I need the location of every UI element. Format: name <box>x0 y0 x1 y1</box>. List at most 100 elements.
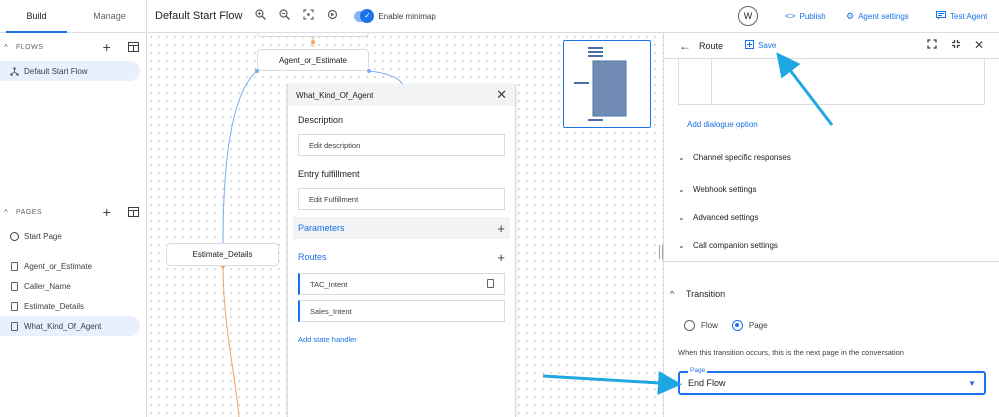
back-arrow-icon[interactable]: ← <box>679 39 691 53</box>
pages-heading: PAGES <box>16 208 43 216</box>
collapse-caret-icon[interactable]: ^ <box>4 43 16 52</box>
flows-empty-space <box>0 81 146 198</box>
code-icon: <> <box>785 11 796 21</box>
canvas-node-estimate-details[interactable]: Estimate_Details <box>166 243 279 266</box>
edit-description-button[interactable]: Edit description <box>298 134 505 156</box>
add-route-icon[interactable]: + <box>497 250 505 265</box>
chevron-down-icon: ⌄ <box>678 153 685 162</box>
top-toolbar: Default Start Flow Enable minimap W <> P… <box>147 0 999 33</box>
tab-build[interactable]: Build <box>0 0 73 33</box>
sidebar-item-caller-name[interactable]: Caller_Name <box>0 276 140 296</box>
dropdown-arrow-icon: ▼ <box>968 379 976 388</box>
transition-section-header[interactable]: ^ Transition <box>670 289 725 299</box>
flow-canvas[interactable]: Agent_or_Estimate Estimate_Details What_… <box>147 33 663 417</box>
start-page-icon <box>4 231 24 241</box>
sidebar-item-label: Estimate_Details <box>24 301 85 311</box>
chevron-down-icon: ⌄ <box>678 185 685 194</box>
entry-fulfillment-label: Entry fulfillment <box>298 169 360 179</box>
sidebar-item-label: Start Page <box>24 231 62 241</box>
sidebar-item-default-start-flow[interactable]: Default Start Flow <box>0 61 140 81</box>
add-parameter-icon[interactable]: + <box>497 221 505 236</box>
flow-title: Default Start Flow <box>155 10 243 22</box>
page-icon <box>4 301 24 311</box>
sidebar-item-start-page[interactable]: Start Page <box>0 226 140 246</box>
webhook-settings-toggle[interactable]: ⌄ Webhook settings <box>678 185 756 194</box>
agent-settings-button[interactable]: ⚙ Agent settings <box>846 11 909 22</box>
test-agent-button[interactable]: Test Agent <box>936 11 987 22</box>
save-button[interactable]: Save <box>745 40 776 51</box>
expand-icon[interactable] <box>927 39 937 52</box>
zoom-out-icon[interactable] <box>272 9 296 23</box>
add-flow-icon[interactable]: + <box>94 39 120 55</box>
add-dialogue-option-link[interactable]: Add dialogue option <box>687 120 758 129</box>
radio-page-label: Page <box>748 321 768 330</box>
page-select-value: End Flow <box>688 378 726 388</box>
chat-icon <box>936 11 946 22</box>
left-sidebar: Build Manage ^ FLOWS + Default Start Flo… <box>0 0 147 417</box>
transition-heading: Transition <box>686 289 726 299</box>
flows-heading: FLOWS <box>16 43 44 51</box>
transition-target-radio-group: Flow Page <box>684 320 768 331</box>
dialogue-option-box[interactable] <box>678 59 985 105</box>
channel-specific-responses-toggle[interactable]: ⌄ Channel specific responses <box>678 153 791 162</box>
sidebar-item-label: Default Start Flow <box>24 66 88 76</box>
avatar[interactable]: W <box>738 6 758 26</box>
radio-page[interactable] <box>731 320 743 331</box>
sidebar-item-what-kind-of-agent[interactable]: What_Kind_Of_Agent <box>0 316 140 336</box>
minimap-label: Enable minimap <box>378 11 436 21</box>
parameters-section[interactable]: Parameters + <box>293 217 510 239</box>
close-icon[interactable]: ✕ <box>974 38 984 52</box>
canvas-node-partial[interactable] <box>257 33 369 37</box>
advanced-settings-toggle[interactable]: ⌄ Advanced settings <box>678 213 758 222</box>
flows-section-header[interactable]: ^ FLOWS + <box>0 33 146 61</box>
page-select[interactable]: Page End Flow ▼ <box>678 367 986 395</box>
minimap[interactable] <box>563 40 651 128</box>
zoom-in-icon[interactable] <box>248 9 272 23</box>
page-panel-header: What_Kind_Of_Agent ✕ <box>288 84 515 106</box>
call-companion-settings-toggle[interactable]: ⌄ Call companion settings <box>678 241 778 250</box>
sidebar-tabs: Build Manage <box>0 0 146 33</box>
page-detail-panel: What_Kind_Of_Agent ✕ Description Edit de… <box>287 84 516 417</box>
description-label: Description <box>298 115 344 125</box>
flow-icon <box>4 66 24 76</box>
minimap-toggle[interactable] <box>354 8 375 23</box>
route-label: Sales_Intent <box>310 306 352 316</box>
fit-to-screen-icon[interactable] <box>296 9 320 23</box>
canvas-node-agent-or-estimate[interactable]: Agent_or_Estimate <box>257 49 369 71</box>
reset-view-icon[interactable] <box>320 9 344 23</box>
route-label: TAC_Intent <box>310 279 348 289</box>
dialogue-option-strip <box>679 59 712 104</box>
sidebar-item-label: What_Kind_Of_Agent <box>24 321 102 331</box>
route-panel-header: ← Route Save ✕ <box>664 33 999 59</box>
routes-label: Routes <box>298 252 327 262</box>
routes-section: Routes + <box>293 246 510 268</box>
transition-helper-text: When this transition occurs, this is the… <box>678 348 904 357</box>
parameters-label: Parameters <box>298 223 345 233</box>
publish-button[interactable]: <> Publish <box>785 11 826 21</box>
close-icon[interactable]: ✕ <box>496 87 507 103</box>
table-view-icon[interactable] <box>120 39 146 55</box>
page-icon <box>4 261 24 271</box>
sidebar-item-agent-or-estimate[interactable]: Agent_or_Estimate <box>0 256 140 276</box>
edit-fulfillment-button[interactable]: Edit Fulfillment <box>298 188 505 210</box>
table-view-icon[interactable] <box>120 204 146 220</box>
add-state-handler-link[interactable]: Add state handler <box>288 335 515 344</box>
tab-manage[interactable]: Manage <box>73 0 146 32</box>
chevron-up-icon: ^ <box>670 289 675 299</box>
section-divider <box>664 261 999 262</box>
radio-flow-label: Flow <box>701 321 718 330</box>
save-icon <box>745 40 755 51</box>
page-select-label: Page <box>688 367 708 374</box>
collapse-icon[interactable] <box>951 39 961 52</box>
sidebar-item-estimate-details[interactable]: Estimate_Details <box>0 296 140 316</box>
radio-flow[interactable] <box>684 320 695 331</box>
page-icon <box>4 281 24 291</box>
route-item-sales-intent[interactable]: Sales_Intent <box>298 300 505 322</box>
gear-icon: ⚙ <box>846 11 855 21</box>
sidebar-item-label: Caller_Name <box>24 281 71 291</box>
collapse-caret-icon[interactable]: ^ <box>4 208 16 217</box>
minimap-preview <box>574 47 627 121</box>
pages-section-header[interactable]: ^ PAGES + <box>0 198 146 226</box>
route-item-tac-intent[interactable]: TAC_Intent <box>298 273 505 295</box>
add-page-icon[interactable]: + <box>94 204 120 220</box>
